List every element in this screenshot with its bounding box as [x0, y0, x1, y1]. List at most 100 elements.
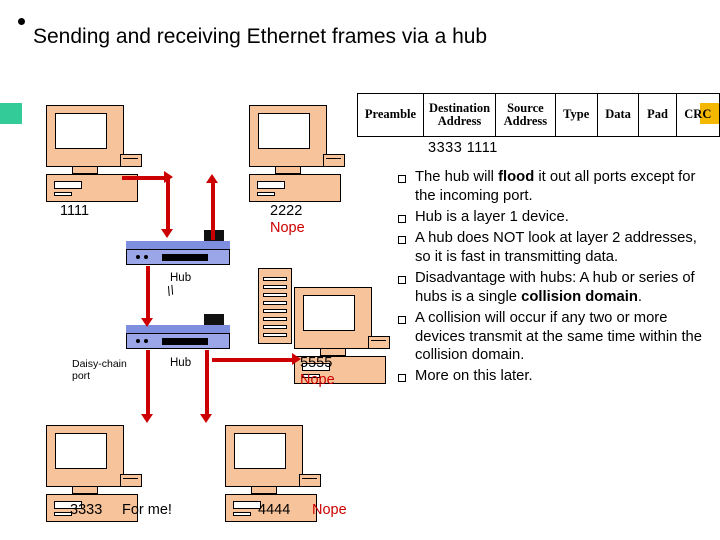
arrowhead-down	[141, 318, 153, 327]
list-item: The hub will flood it out all ports exce…	[398, 168, 708, 206]
square-bullet-icon	[398, 315, 406, 324]
keyboard-icon	[299, 474, 321, 487]
hub-port-block	[162, 338, 208, 345]
server-bay	[263, 325, 287, 329]
hub-port-dot	[136, 255, 140, 259]
ethernet-frame-table: Preamble Destination Address Source Addr…	[357, 93, 720, 137]
drive-slot	[54, 181, 82, 189]
keyboard-icon	[323, 154, 345, 167]
server-bay	[263, 277, 287, 281]
hub-top-bar	[126, 241, 230, 250]
hub-uplink-module	[204, 314, 224, 325]
slide-root: Sending and receiving Ethernet frames vi…	[0, 0, 720, 540]
square-bullet-icon	[398, 214, 406, 223]
arrowhead-down	[200, 414, 212, 423]
status-pc-4444: Nope	[312, 502, 347, 518]
monitor-screen	[258, 113, 310, 149]
label-pc-3333: 3333	[70, 502, 103, 518]
monitor-screen	[234, 433, 286, 469]
monitor-stand	[72, 167, 98, 174]
arrowhead-down	[161, 229, 173, 238]
bullet-text-3: Disadvantage with hubs: A hub or series …	[415, 269, 695, 305]
square-bullet-icon	[398, 275, 406, 284]
page-title: Sending and receiving Ethernet frames vi…	[33, 25, 488, 48]
label-daisy-chain-port: Daisy-chain port	[72, 358, 127, 383]
hub-port-dot	[136, 339, 140, 343]
arrow-hub-to-4444	[205, 350, 209, 416]
monitor-screen	[55, 433, 107, 469]
drive-slot-small	[257, 192, 275, 196]
arrow-hub-to-5555	[212, 358, 294, 362]
keyboard-icon	[368, 336, 390, 349]
daisy-chain-slash-icon: //	[164, 282, 177, 299]
drive-slot-small	[54, 192, 72, 196]
monitor-stand	[72, 487, 98, 494]
bullet-text-5: More on this later.	[415, 368, 533, 385]
keyboard-line	[371, 340, 386, 341]
frame-address-caption: 3333 1111	[428, 140, 498, 156]
title-bullet-icon	[18, 18, 25, 25]
arrow-hub-to-3333	[146, 350, 150, 416]
frame-field-source-address: Source Address	[495, 93, 556, 137]
keyboard-line	[326, 158, 341, 159]
frame-field-preamble: Preamble	[357, 93, 424, 137]
square-bullet-icon	[398, 374, 406, 383]
frame-field-type: Type	[554, 93, 598, 137]
bullet-text-0: The hub will flood it out all ports exce…	[415, 169, 696, 204]
drive-slot	[257, 181, 285, 189]
label-pc-1111: 1111	[60, 203, 90, 219]
frame-field-data: Data	[596, 93, 640, 137]
list-item: Disadvantage with hubs: A hub or series …	[398, 269, 708, 307]
label-pc-4444: 4444	[258, 502, 291, 518]
list-item: A collision will occur if any two or mor…	[398, 309, 708, 366]
arrow-into-hub-top	[166, 176, 170, 230]
server-tower	[258, 268, 292, 344]
server-bay	[263, 293, 287, 297]
server-bay	[263, 309, 287, 313]
monitor-stand	[275, 167, 301, 174]
monitor-screen	[55, 113, 107, 149]
keyboard-icon	[120, 154, 142, 167]
drive-slot	[233, 501, 261, 509]
status-pc-3333: For me!	[122, 502, 172, 518]
keyboard-icon	[120, 474, 142, 487]
server-bay	[263, 333, 287, 337]
list-item: A hub does NOT look at layer 2 addresses…	[398, 229, 708, 267]
status-pc-5555: Nope	[300, 372, 335, 388]
monitor-screen	[303, 295, 355, 331]
keyboard-line	[123, 158, 138, 159]
list-item: More on this later.	[398, 367, 708, 386]
bullet-text-1: Hub is a layer 1 device.	[415, 208, 569, 225]
bullet-list: The hub will flood it out all ports exce…	[398, 168, 708, 388]
table-row: Preamble Destination Address Source Addr…	[357, 93, 720, 137]
frame-field-crc: CRC	[675, 93, 720, 137]
hub-port-block	[162, 254, 208, 261]
arrowhead-up	[206, 174, 218, 183]
arrow-hub-daisy-chain	[146, 266, 150, 320]
hub-port-dot	[144, 339, 148, 343]
list-item: Hub is a layer 1 device.	[398, 208, 708, 227]
server-bay	[263, 301, 287, 305]
frame-field-pad: Pad	[638, 93, 677, 137]
hub-port-dot	[144, 255, 148, 259]
square-bullet-icon	[398, 235, 406, 244]
status-pc-2222: Nope	[270, 220, 305, 236]
server-bay	[263, 285, 287, 289]
label-pc-2222: 2222	[270, 203, 303, 219]
server-bay	[263, 317, 287, 321]
bullet-text-2: A hub does NOT look at layer 2 addresses…	[415, 229, 697, 265]
arrow-hub-to-2222	[211, 182, 215, 240]
arrowhead-right	[292, 353, 301, 365]
arrowhead-down	[141, 414, 153, 423]
square-bullet-icon	[398, 175, 406, 183]
label-hub-bottom: Hub	[170, 357, 192, 369]
keyboard-line	[123, 478, 138, 479]
drive-slot-small	[233, 512, 251, 516]
frame-field-destination-address: Destination Address	[422, 93, 497, 137]
label-pc-5555: 5555	[300, 355, 333, 371]
label-hub-top: Hub	[170, 272, 192, 284]
monitor-stand	[251, 487, 277, 494]
bullet-text-4: A collision will occur if any two or mor…	[415, 309, 703, 364]
arrow-1111-out	[122, 176, 166, 180]
decor-square-green	[0, 103, 22, 124]
